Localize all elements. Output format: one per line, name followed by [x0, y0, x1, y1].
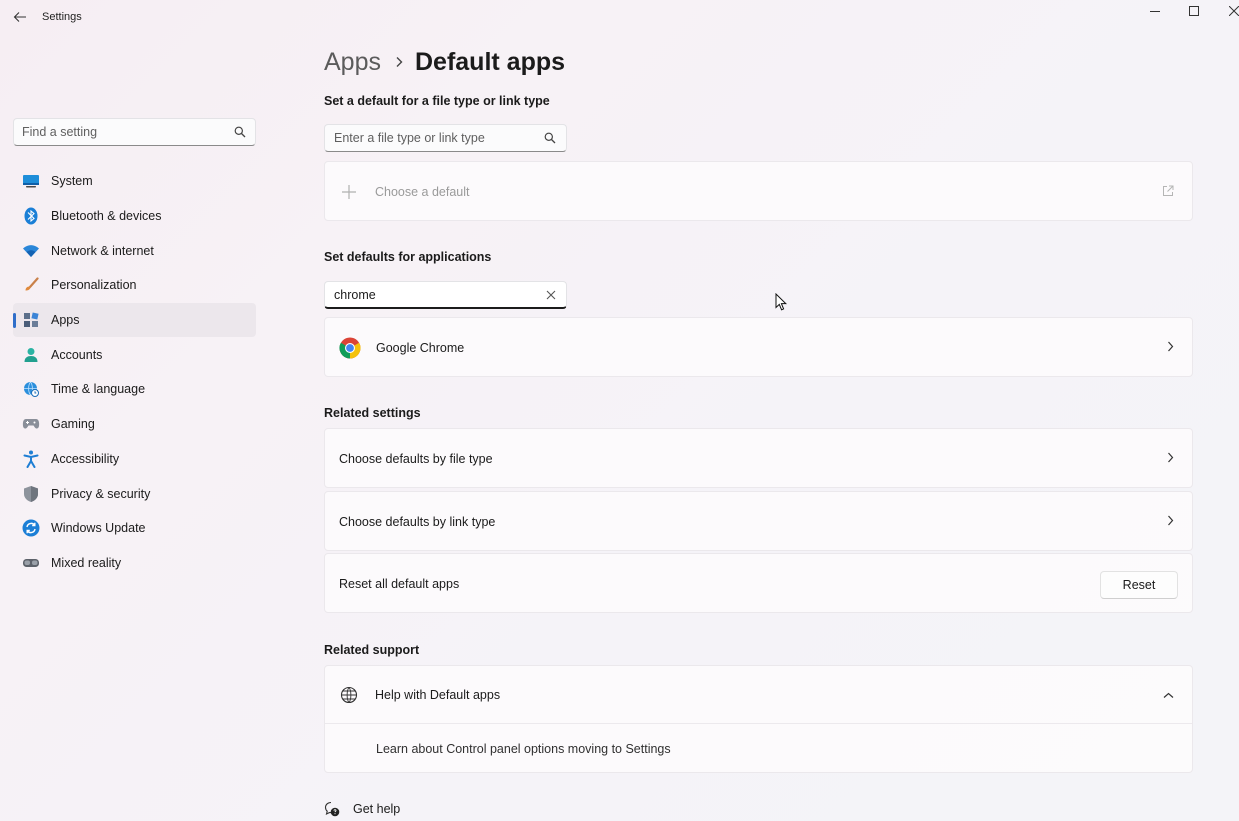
- back-arrow-icon: [13, 12, 26, 22]
- file-type-search-box: [324, 124, 567, 152]
- sidebar-item-label: Apps: [51, 313, 80, 328]
- globe-icon: [340, 686, 358, 704]
- reset-defaults-label: Reset all default apps: [339, 577, 460, 591]
- sidebar-item-privacy[interactable]: Privacy & security: [13, 476, 256, 511]
- page-title: Default apps: [414, 47, 566, 76]
- sidebar-item-gaming[interactable]: Gaming: [13, 407, 256, 442]
- accessibility-icon: [22, 450, 40, 468]
- sidebar-item-system[interactable]: System: [13, 164, 256, 199]
- headset-icon: [22, 554, 40, 572]
- sidebar-item-mixed-reality[interactable]: Mixed reality: [13, 546, 256, 581]
- back-button[interactable]: [10, 8, 30, 26]
- sidebar-item-label: System: [51, 174, 93, 189]
- wifi-icon: [22, 242, 40, 260]
- sidebar-item-label: Network & internet: [51, 243, 154, 258]
- help-expander: Help with Default apps Learn about Contr…: [324, 665, 1193, 773]
- app-title: Settings: [42, 11, 82, 23]
- related-support-heading: Related support: [324, 643, 420, 657]
- defaults-by-link-type-label: Choose defaults by link type: [339, 515, 496, 529]
- brush-icon: [22, 276, 40, 294]
- minimize-button[interactable]: [1141, 2, 1169, 20]
- help-title: Help with Default apps: [375, 687, 501, 702]
- sidebar-search-input[interactable]: [14, 119, 229, 145]
- choose-default-card[interactable]: Choose a default: [324, 161, 1193, 221]
- minimize-icon: [1150, 11, 1160, 12]
- mouse-cursor-icon: [775, 293, 787, 311]
- plus-icon: [342, 185, 356, 199]
- sidebar-item-network[interactable]: Network & internet: [13, 233, 256, 268]
- sidebar-item-label: Bluetooth & devices: [51, 209, 162, 224]
- maximize-icon: [1189, 6, 1199, 16]
- sidebar-item-label: Accessibility: [51, 451, 120, 466]
- defaults-by-file-type-label: Choose defaults by file type: [339, 452, 493, 466]
- related-settings-heading: Related settings: [324, 406, 421, 420]
- sidebar-item-windows-update[interactable]: Windows Update: [13, 511, 256, 546]
- controller-icon: [22, 415, 40, 433]
- update-icon: [22, 519, 40, 537]
- chrome-icon: [339, 337, 361, 359]
- sidebar-item-time-language[interactable]: Time & language: [13, 372, 256, 407]
- get-help-link[interactable]: Get help: [324, 801, 400, 817]
- sidebar-item-label: Gaming: [51, 417, 95, 432]
- breadcrumb: Apps Default apps: [324, 44, 565, 80]
- get-help-icon: [324, 801, 340, 817]
- apps-search-input[interactable]: [325, 282, 535, 308]
- system-icon: [22, 172, 40, 190]
- sidebar-nav: System Bluetooth & devices Network & int…: [13, 164, 256, 580]
- chevron-right-icon: [395, 56, 403, 68]
- sidebar-search-box: [13, 118, 256, 146]
- defaults-by-file-type-card[interactable]: Choose defaults by file type: [324, 428, 1193, 488]
- chevron-right-icon: [1167, 515, 1174, 529]
- sidebar-item-label: Time & language: [51, 382, 146, 397]
- sidebar-item-label: Mixed reality: [51, 555, 122, 570]
- chevron-right-icon: [1167, 452, 1174, 466]
- sidebar-item-accessibility[interactable]: Accessibility: [13, 442, 256, 477]
- apps-heading: Set defaults for applications: [324, 250, 492, 264]
- sidebar-item-accounts[interactable]: Accounts: [13, 337, 256, 372]
- shield-icon: [22, 485, 40, 503]
- close-icon: [1229, 6, 1239, 16]
- search-icon[interactable]: [544, 132, 556, 144]
- sidebar-item-label: Windows Update: [51, 521, 146, 536]
- sidebar-item-label: Personalization: [51, 278, 137, 293]
- get-help-label: Get help: [353, 802, 401, 816]
- title-bar: Settings: [0, 0, 1239, 34]
- sidebar-item-label: Privacy & security: [51, 486, 151, 501]
- reset-defaults-card: Reset all default apps Reset: [324, 553, 1193, 613]
- apps-icon: [22, 311, 40, 329]
- open-external-icon: [1162, 185, 1174, 200]
- choose-default-label: Choose a default: [375, 185, 470, 199]
- chevron-right-icon: [1167, 341, 1174, 355]
- account-icon: [22, 346, 40, 364]
- maximize-button[interactable]: [1180, 2, 1208, 20]
- breadcrumb-parent-link[interactable]: Apps: [324, 48, 381, 77]
- reset-button[interactable]: Reset: [1100, 571, 1178, 599]
- bluetooth-icon: [22, 207, 40, 225]
- app-result-google-chrome[interactable]: Google Chrome: [324, 317, 1193, 377]
- file-type-search-input[interactable]: [325, 125, 535, 151]
- help-link[interactable]: Learn about Control panel options moving…: [376, 742, 671, 756]
- help-expander-header[interactable]: Help with Default apps: [325, 666, 1192, 724]
- file-type-heading: Set a default for a file type or link ty…: [324, 94, 550, 108]
- chevron-up-icon: [1163, 688, 1174, 702]
- apps-search-box: [324, 281, 567, 309]
- search-icon[interactable]: [234, 126, 246, 138]
- defaults-by-link-type-card[interactable]: Choose defaults by link type: [324, 491, 1193, 551]
- globe-clock-icon: [22, 380, 40, 398]
- sidebar-item-apps[interactable]: Apps: [13, 302, 256, 338]
- app-result-label: Google Chrome: [376, 341, 465, 355]
- sidebar-item-personalization[interactable]: Personalization: [13, 268, 256, 303]
- sidebar-item-label: Accounts: [51, 347, 103, 362]
- sidebar-item-bluetooth[interactable]: Bluetooth & devices: [13, 199, 256, 234]
- clear-icon[interactable]: [546, 290, 556, 300]
- close-button[interactable]: [1220, 2, 1239, 20]
